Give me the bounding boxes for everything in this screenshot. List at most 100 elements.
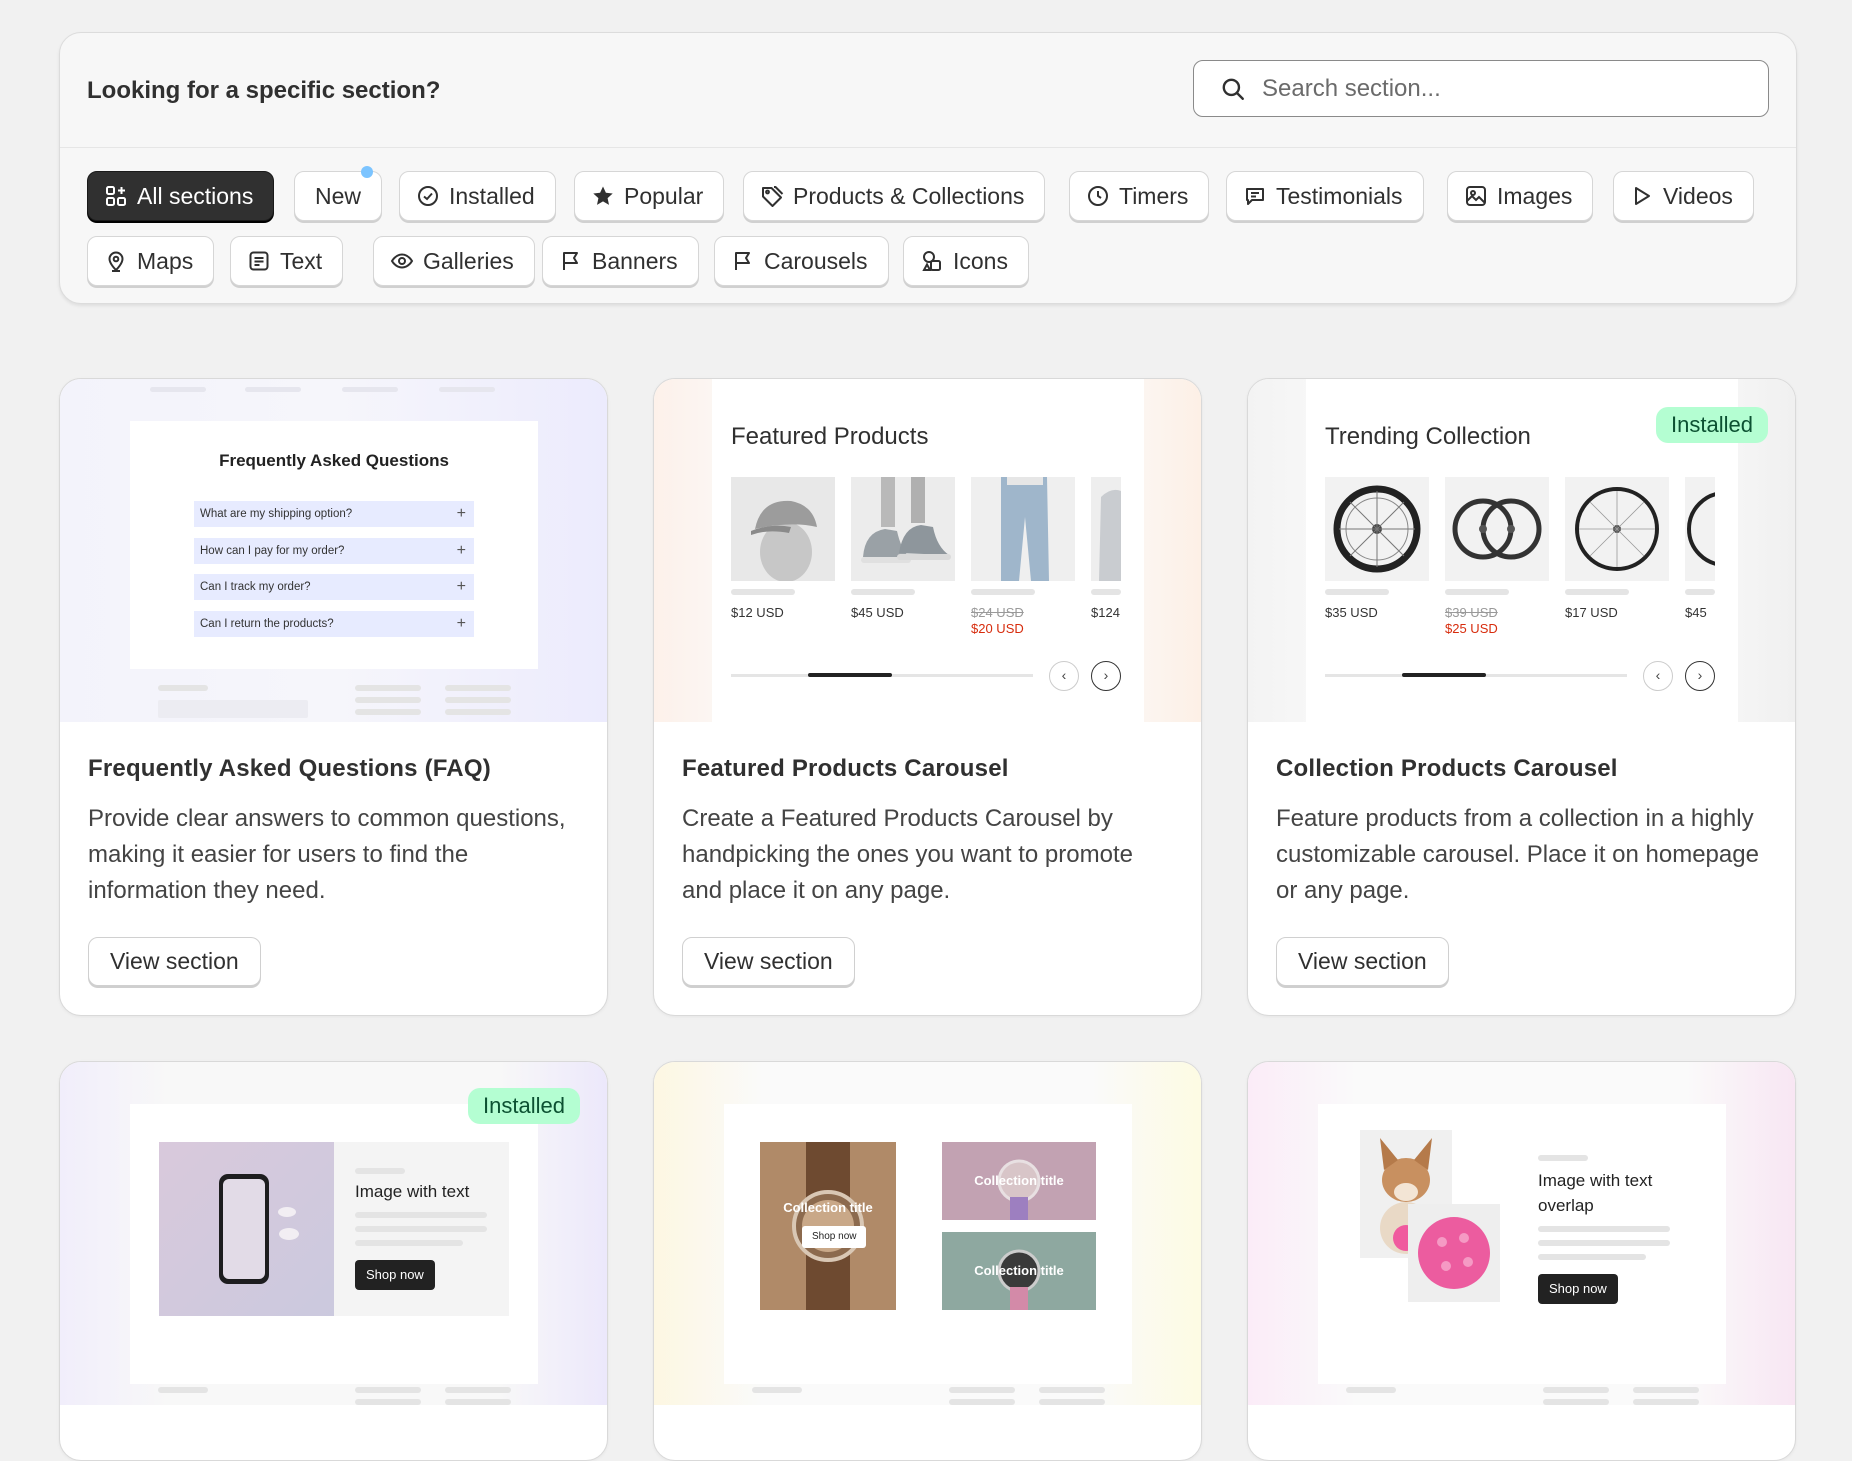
card-description: Feature products from a collection in a …: [1276, 805, 1759, 904]
pill-label: Timers: [1119, 182, 1189, 209]
text-placeholder: [355, 1240, 463, 1246]
text-placeholder: [355, 1226, 487, 1232]
wheel-illustration: [1325, 477, 1429, 581]
footer-placeholder: [355, 1387, 421, 1393]
carousel-preview-heading: Featured Products: [731, 423, 929, 450]
plus-icon: +: [456, 505, 466, 522]
overlap-preview-frame: Image with text overlap Shop now: [1318, 1104, 1726, 1384]
pill-label: Videos: [1663, 182, 1733, 209]
product-price: $45 USD: [851, 605, 904, 620]
view-section-button[interactable]: View section: [682, 937, 855, 986]
pill-label: New: [315, 182, 362, 209]
card-preview: Frequently Asked Questions What are my s…: [60, 379, 607, 722]
pill-new[interactable]: New: [294, 166, 383, 221]
pill-icons[interactable]: Icons: [903, 236, 1029, 286]
chevron-right-icon: ›: [1685, 661, 1715, 691]
text-placeholder: [355, 1168, 405, 1174]
collection-tile-title: Collection title: [974, 1263, 1064, 1278]
card-preview: Trending Collection $35 USD $39 USD $25 …: [1248, 379, 1795, 722]
footer-placeholder: [445, 1399, 511, 1405]
card-preview: Collection title Shop now Collection tit…: [654, 1062, 1201, 1405]
product-image-partial: [1685, 477, 1715, 581]
footer-placeholder: [949, 1387, 1015, 1393]
section-card-featured-products: Featured Products $12 USD $45 USD $24 US…: [653, 378, 1202, 1016]
card-title: Collection Products Carousel: [1276, 755, 1618, 782]
section-card-image-text-overlap: Image with text overlap Shop now: [1247, 1061, 1796, 1461]
pill-images[interactable]: Images: [1447, 171, 1594, 221]
text-placeholder: [1538, 1226, 1670, 1232]
pill-popular[interactable]: Popular: [574, 171, 725, 221]
preview-dots: [342, 387, 398, 392]
pill-label: Galleries: [423, 247, 514, 274]
section-card-image-with-text: Image with text Shop now Installed: [59, 1061, 608, 1461]
pill-products-collections[interactable]: Products & Collections: [743, 171, 1046, 221]
faq-question-row: Can I track my order? +: [194, 574, 474, 600]
product-title-placeholder: [1445, 589, 1509, 595]
pill-banners[interactable]: Banners: [542, 236, 699, 286]
section-filter-panel: Looking for a specific section? All sect…: [59, 32, 1797, 304]
product-image-sneakers: [851, 477, 955, 581]
rim-partial-illustration: [1685, 477, 1715, 581]
footer-placeholder: [1633, 1399, 1699, 1405]
pill-videos[interactable]: Videos: [1613, 171, 1754, 221]
section-card-faq: Frequently Asked Questions What are my s…: [59, 378, 608, 1016]
pill-galleries[interactable]: Galleries: [373, 236, 535, 286]
view-section-button[interactable]: View section: [1276, 937, 1449, 986]
product-price: $35 USD: [1325, 605, 1378, 620]
view-section-button[interactable]: View section: [88, 937, 261, 986]
play-icon: [1635, 187, 1650, 205]
pill-timers[interactable]: Timers: [1069, 171, 1210, 221]
pill-label: Text: [280, 247, 323, 274]
product-image-cap: [731, 477, 835, 581]
product-title-placeholder: [731, 589, 795, 595]
faq-question-row: Can I return the products? +: [194, 611, 474, 637]
pill-label: Images: [1497, 182, 1573, 209]
faq-preview-heading: Frequently Asked Questions: [219, 451, 449, 470]
product-price-sale: $25 USD: [1445, 621, 1498, 636]
collection-tiles-preview-frame: Collection title Shop now Collection tit…: [724, 1104, 1132, 1384]
search-box[interactable]: [1193, 60, 1769, 117]
pill-label: Banners: [592, 247, 678, 274]
pill-testimonials[interactable]: Testimonials: [1226, 171, 1424, 221]
pill-maps[interactable]: Maps: [87, 236, 215, 286]
footer-placeholder: [1346, 1387, 1396, 1393]
faq-question-row: How can I pay for my order? +: [194, 538, 474, 564]
pill-label: Icons: [953, 247, 1008, 274]
product-image-wheels-pair: [1445, 477, 1549, 581]
footer-placeholder: [445, 697, 511, 703]
card-preview: Image with text Shop now Installed: [60, 1062, 607, 1405]
eye-icon: [390, 253, 414, 269]
search-icon: [1222, 78, 1244, 100]
pill-text[interactable]: Text: [230, 236, 344, 286]
footer-placeholder: [752, 1387, 802, 1393]
pill-all-sections[interactable]: All sections: [87, 171, 275, 221]
carousel-scrollbar-thumb: [808, 673, 892, 677]
footer-placeholder: [1039, 1399, 1105, 1405]
card-preview: Featured Products $12 USD $45 USD $24 US…: [654, 379, 1201, 722]
footer-placeholder: [158, 700, 308, 718]
carousel-preview-frame: Featured Products $12 USD $45 USD $24 US…: [712, 379, 1144, 722]
panel-title: Looking for a specific section?: [87, 77, 441, 104]
shop-now-button: Shop now: [1538, 1274, 1618, 1304]
pill-label: Popular: [624, 182, 704, 209]
pill-label: Installed: [449, 182, 535, 209]
new-indicator-dot: [361, 166, 374, 178]
footer-placeholder: [355, 1399, 421, 1405]
search-input[interactable]: [1262, 74, 1722, 103]
product-price-original: $24 USD: [971, 605, 1024, 620]
hoodie-illustration: [1091, 477, 1121, 581]
section-card-collection-tiles: Collection title Shop now Collection tit…: [653, 1061, 1202, 1461]
footer-placeholder: [949, 1399, 1015, 1405]
product-image-jeans: [971, 477, 1075, 581]
flag-icon: [563, 252, 578, 270]
shop-now-button: Shop now: [355, 1260, 435, 1290]
faq-question-text: Can I track my order?: [200, 581, 311, 593]
carousel-preview-heading: Trending Collection: [1325, 423, 1531, 450]
pill-carousels[interactable]: Carousels: [714, 236, 889, 286]
image-icon: [1466, 186, 1486, 206]
product-title-placeholder: [851, 589, 915, 595]
pill-installed[interactable]: Installed: [399, 171, 556, 221]
clock-icon: [1088, 186, 1108, 206]
faq-question-text: What are my shipping option?: [200, 508, 353, 520]
section-card-collection-products: Trending Collection $35 USD $39 USD $25 …: [1247, 378, 1796, 1016]
